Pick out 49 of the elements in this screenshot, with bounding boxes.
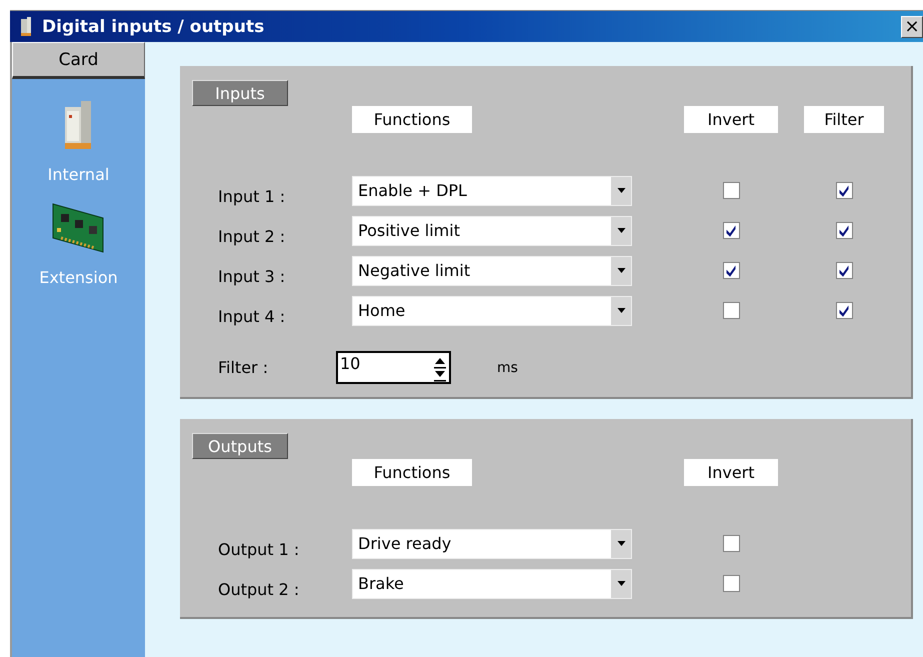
checkbox[interactable] (836, 302, 852, 319)
checkbox[interactable] (836, 222, 852, 239)
module-icon (20, 16, 32, 36)
caret-icon[interactable] (616, 188, 626, 193)
checkbox[interactable] (722, 575, 740, 592)
check-icon (838, 224, 850, 236)
circuit-board-icon[interactable] (51, 202, 106, 254)
sidebar-header: Card (12, 42, 145, 79)
caret-icon[interactable] (616, 541, 626, 546)
input-label: Input 2 : (218, 226, 286, 246)
checkbox[interactable] (722, 262, 740, 279)
checkbox[interactable] (836, 182, 852, 199)
check-icon (838, 184, 850, 196)
column-header: Functions (352, 459, 472, 486)
dropdown[interactable]: Positive limit (352, 216, 632, 246)
caret-icon[interactable] (616, 308, 626, 313)
check-icon (838, 304, 850, 316)
checkbox[interactable] (836, 262, 852, 279)
group-label: Outputs (192, 433, 288, 459)
dropdown[interactable]: Enable + DPL (352, 176, 632, 206)
checkbox[interactable] (722, 222, 740, 239)
output-label: Output 1 : (218, 539, 300, 559)
column-header: Invert (684, 459, 778, 486)
close-button[interactable]: × (901, 16, 923, 38)
column-header: Invert (684, 106, 778, 133)
dropdown[interactable]: Drive ready (352, 528, 632, 558)
checkbox[interactable] (722, 182, 740, 199)
check-icon (838, 264, 850, 276)
window-title: Digital inputs / outputs (42, 16, 264, 36)
dropdown[interactable]: Home (352, 296, 632, 326)
dropdown[interactable]: Negative limit (352, 256, 632, 286)
caret-icon[interactable] (616, 268, 626, 273)
checkbox[interactable] (722, 302, 740, 319)
check-icon (725, 264, 737, 276)
dropdown[interactable]: Brake (352, 568, 632, 598)
input-label: Input 1 : (218, 186, 286, 206)
spin-field[interactable]: 10 (336, 351, 451, 384)
caret-icon[interactable] (616, 581, 626, 586)
input-label: Input 3 : (218, 266, 286, 286)
column-header: Functions (352, 106, 472, 133)
output-label: Output 2 : (218, 579, 300, 599)
input-label: Input 4 : (218, 306, 286, 326)
filter-label: Filter : (218, 358, 270, 377)
column-header: Filter (804, 106, 884, 133)
group-label: Inputs (192, 80, 288, 106)
check-icon (725, 224, 737, 236)
checkbox[interactable] (722, 535, 740, 552)
unit-label: ms (497, 360, 518, 376)
caret-icon[interactable] (616, 228, 626, 233)
